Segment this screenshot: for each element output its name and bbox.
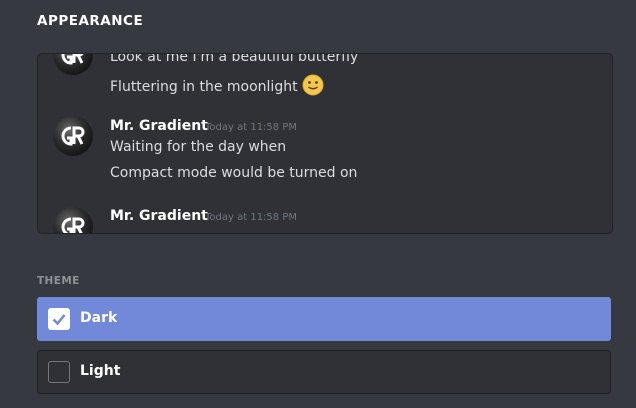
message-line: Compact mode would be turned on — [110, 165, 358, 181]
section-title: APPEARANCE — [37, 13, 144, 29]
avatar[interactable] — [53, 116, 93, 156]
theme-option-label: Light — [80, 363, 121, 379]
username[interactable]: Mr. Gradient — [110, 118, 208, 134]
avatar[interactable] — [53, 207, 93, 233]
avatar — [53, 54, 93, 75]
gradient-logo-icon — [61, 126, 85, 146]
message-line: Look at me I'm a beautiful butterfly — [110, 53, 359, 65]
message-preview: Look at me I'm a beautiful butterfly Flu… — [37, 53, 613, 234]
checkbox-checked[interactable] — [48, 308, 70, 330]
checkbox-unchecked[interactable] — [48, 361, 70, 383]
theme-option-label: Dark — [80, 310, 118, 326]
gradient-logo-icon — [61, 54, 84, 65]
message-line: Waiting for the day when — [110, 139, 287, 155]
username[interactable]: Mr. Gradient — [110, 208, 208, 224]
gradient-logo-icon — [61, 217, 85, 233]
slightly-smiling-face-icon — [302, 74, 324, 100]
theme-option-light[interactable]: Light — [37, 350, 611, 394]
message-line: Fluttering in the moonlight — [110, 74, 324, 100]
timestamp: Today at 11:58 PM — [205, 212, 297, 223]
timestamp: Today at 11:58 PM — [205, 122, 297, 133]
theme-label: THEME — [37, 275, 80, 287]
checkmark-icon — [52, 314, 66, 326]
theme-option-dark[interactable]: Dark — [37, 297, 611, 341]
